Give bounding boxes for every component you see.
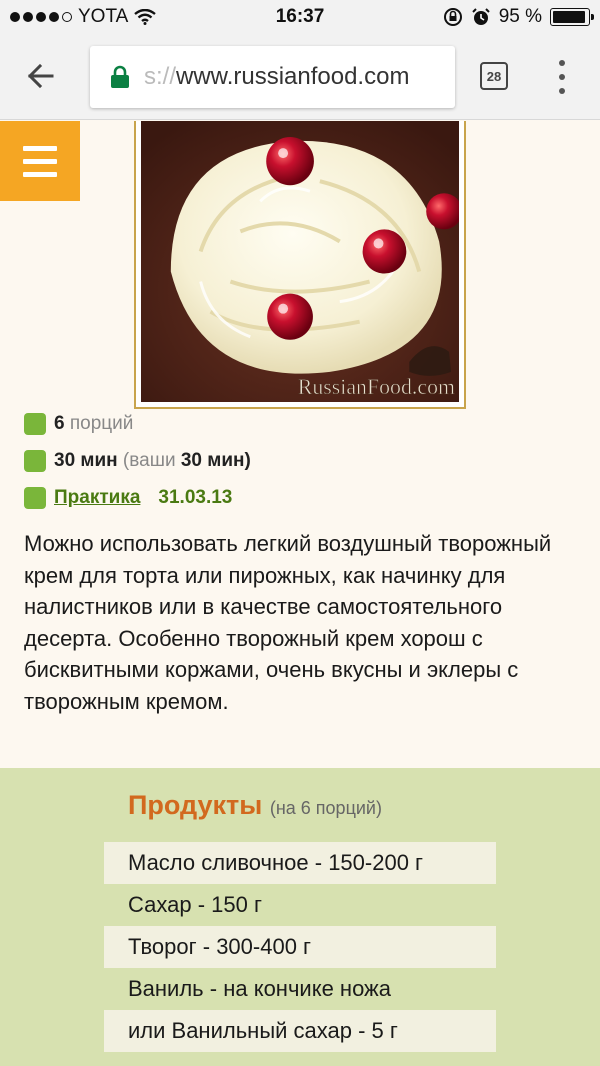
tab-switcher-button[interactable]: 28 bbox=[480, 62, 508, 90]
ingredient-item: Сахар - 150 г bbox=[128, 892, 262, 917]
url-domain: www.russianfood.com bbox=[176, 63, 410, 90]
time-row: 30 мин (ваши 30 мин) bbox=[24, 450, 251, 472]
battery-icon bbox=[550, 8, 594, 26]
recipe-description: Можно использовать легкий воздушный твор… bbox=[24, 531, 552, 714]
browser-menu-button[interactable] bbox=[552, 60, 572, 94]
back-button[interactable] bbox=[20, 56, 60, 96]
time-value: 30 bbox=[54, 450, 76, 471]
your-time-prefix: (ваши bbox=[122, 450, 176, 471]
ingredient-item: или Ванильный сахар - 5 г bbox=[104, 1010, 496, 1052]
lock-icon bbox=[111, 65, 129, 88]
address-bar[interactable]: s://www.russianfood.com bbox=[90, 46, 455, 108]
browser-toolbar: s://www.russianfood.com 28 bbox=[0, 34, 600, 120]
ingredient-item: Ваниль - на кончике ножа bbox=[128, 976, 392, 1001]
ingredient-list: Масло сливочное - 150-200 г Сахар - 150 … bbox=[104, 842, 496, 1052]
author-row: Практика 31.03.13 bbox=[24, 487, 232, 509]
your-time-unit: мин) bbox=[207, 450, 251, 471]
status-bar: YOTA 16:37 95 % bbox=[0, 0, 600, 34]
menu-dot-icon bbox=[559, 88, 565, 94]
menu-dot-icon bbox=[559, 60, 565, 66]
recipe-photo[interactable]: RussianFood.com bbox=[141, 121, 459, 402]
battery-level-fill bbox=[553, 11, 586, 23]
products-title: Продукты bbox=[128, 790, 263, 820]
servings-value: 6 bbox=[54, 413, 65, 434]
author-avatar-icon bbox=[24, 487, 46, 509]
site-menu-button[interactable] bbox=[0, 121, 80, 201]
menu-line-icon bbox=[23, 171, 57, 177]
time-unit: мин bbox=[80, 450, 118, 471]
status-right-group: 95 % bbox=[443, 6, 594, 28]
photo-watermark: RussianFood.com bbox=[298, 374, 455, 399]
products-heading: Продукты (на 6 порций) bbox=[128, 790, 382, 821]
servings-row: 6 порций bbox=[24, 413, 133, 435]
back-arrow-icon bbox=[27, 63, 54, 89]
battery-percent: 95 % bbox=[498, 6, 542, 27]
recipe-photo-frame: RussianFood.com bbox=[134, 121, 466, 409]
menu-dot-icon bbox=[559, 74, 565, 80]
url-text: s://www.russianfood.com bbox=[144, 63, 409, 91]
menu-line-icon bbox=[23, 145, 57, 151]
servings-label: порций bbox=[69, 413, 134, 434]
ingredient-item: Масло сливочное - 150-200 г bbox=[104, 842, 496, 884]
author-link[interactable]: Практика bbox=[54, 487, 140, 509]
products-portions: (на 6 порций) bbox=[269, 798, 382, 818]
ingredient-item: Творог - 300-400 г bbox=[104, 926, 496, 968]
products-section: Продукты (на 6 порций) Масло сливочное -… bbox=[0, 768, 600, 1066]
clock-icon bbox=[24, 450, 46, 472]
publish-date: 31.03.13 bbox=[158, 487, 233, 508]
menu-line-icon bbox=[23, 158, 57, 164]
alarm-icon bbox=[471, 8, 490, 25]
your-time-value: 30 bbox=[180, 450, 202, 471]
servings-icon bbox=[24, 413, 46, 435]
rotation-lock-icon bbox=[443, 8, 462, 26]
url-scheme: s:// bbox=[144, 63, 177, 90]
